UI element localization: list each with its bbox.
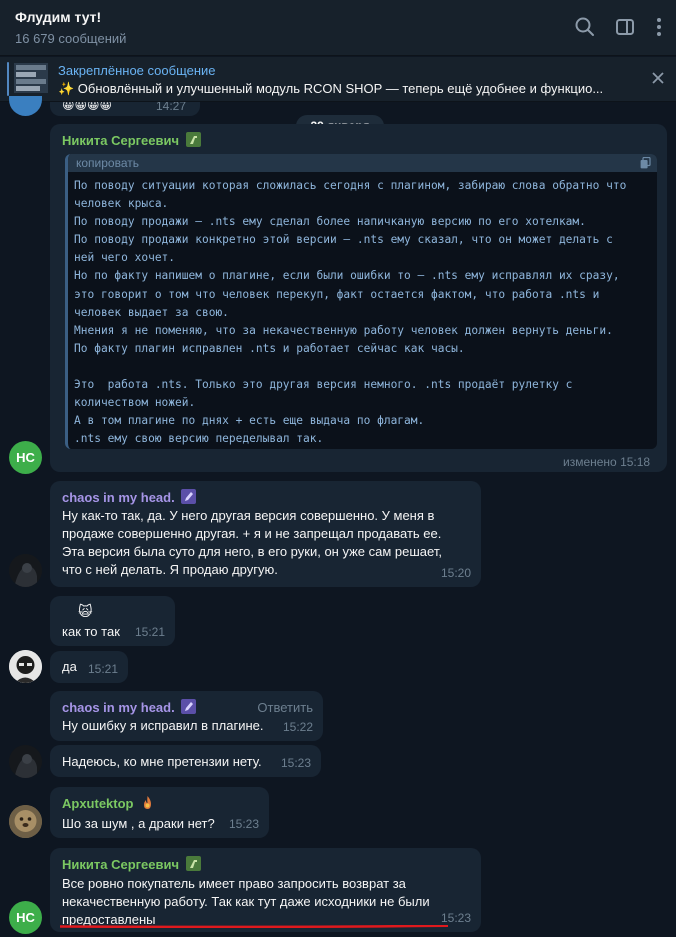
sender-line: chaos in my head. [62, 699, 197, 717]
fire-badge-icon [144, 796, 152, 809]
message-time: 15:20 [440, 566, 471, 580]
avatar[interactable] [9, 650, 42, 683]
chat-title[interactable]: Флудим тут! [15, 9, 101, 25]
message-bubble: chaos in my head. Ну как-то так, да. У н… [50, 481, 481, 587]
message-bubble: chaos in my head. Ответить Ну ошибку я и… [50, 691, 323, 741]
member-count: 16 679 сообщений [15, 31, 127, 46]
message-time: 15:23 [228, 817, 259, 831]
message-bubble: 🙀 как то так 15:21 [50, 596, 175, 646]
avatar-image [9, 554, 42, 587]
avatar[interactable]: НС [9, 901, 42, 934]
pinned-text: ✨ Обновлённый и улучшенный модуль RCON S… [58, 81, 604, 96]
pinned-title: Закреплённое сообщение [58, 63, 216, 78]
sender-name[interactable]: Apxutektop [62, 796, 134, 811]
avatar[interactable]: НС [9, 441, 42, 474]
message-bubble: Надеюсь, ко мне претензии нету. 15:23 [50, 745, 321, 777]
avatar[interactable] [9, 805, 42, 838]
code-block: копировать По поводу ситуации которая сл… [65, 154, 657, 449]
pencil-badge-icon [181, 699, 197, 714]
gun-badge-icon [185, 132, 201, 147]
message-time: 15:21 [87, 662, 118, 676]
avatar[interactable] [9, 554, 42, 587]
gun-badge-icon [185, 856, 201, 871]
sender-name[interactable]: Никита Сергеевич [62, 857, 179, 872]
message-text: как то так [62, 624, 120, 639]
avatar[interactable] [9, 745, 42, 778]
sender-name[interactable]: chaos in my head. [62, 700, 175, 715]
pinned-indicator [7, 62, 9, 96]
avatar-image [9, 650, 42, 683]
chat-header: Флудим тут! 16 679 сообщений [0, 0, 676, 56]
sender-line: chaos in my head. [62, 489, 197, 507]
pinned-thumbnail [14, 63, 48, 93]
message-bubble: да 15:21 [50, 651, 128, 683]
pencil-badge-icon [181, 489, 197, 504]
message-time: 14:27 [155, 102, 186, 113]
message-text: да [62, 659, 77, 674]
search-icon[interactable] [574, 16, 596, 38]
cat-emoji: 🙀 [78, 603, 93, 619]
message-time: 15:23 [280, 756, 311, 770]
sidebar-toggle-icon[interactable] [614, 16, 636, 38]
message-bubble: Apxutektop Шо за шум , а драки нет? 15:2… [50, 787, 269, 838]
message-bubble-partial: 😀😀😀😀 14:27 [50, 102, 200, 116]
code-header: копировать [68, 154, 657, 172]
code-content: По поводу ситуации которая сложилась сег… [74, 179, 627, 446]
message-time: изменено 15:18 [563, 455, 651, 469]
reaction-row[interactable]: 😀😀😀😀 [62, 102, 112, 114]
avatar-image [9, 805, 42, 838]
red-underline-annotation [60, 925, 448, 928]
close-icon[interactable] [650, 70, 666, 86]
sender-line: Никита Сергеевич [62, 132, 201, 150]
sender-line: Apxutektop [62, 795, 155, 813]
reply-button[interactable]: Ответить [257, 699, 313, 717]
message-text: Все ровно покупатель имеет право запроси… [62, 876, 430, 927]
copy-icon[interactable] [640, 157, 651, 169]
avatar[interactable] [9, 96, 42, 116]
pinned-message[interactable]: Закреплённое сообщение ✨ Обновлённый и у… [0, 57, 676, 102]
copy-label[interactable]: копировать [76, 156, 139, 170]
more-vertical-icon[interactable] [648, 16, 670, 38]
message-text: Ну как-то так, да. У него другая версия … [62, 508, 442, 577]
message-bubble: Никита Сергеевич Все ровно покупатель им… [50, 848, 481, 932]
message-text: Ну ошибку я исправил в плагине. [62, 718, 264, 733]
message-time: 15:21 [134, 625, 165, 639]
sender-name[interactable]: chaos in my head. [62, 490, 175, 505]
sender-name[interactable]: Никита Сергеевич [62, 133, 179, 148]
message-time: 15:22 [282, 720, 313, 734]
message-text: Шо за шум , а драки нет? [62, 816, 215, 831]
message-text: Надеюсь, ко мне претензии нету. [62, 754, 262, 769]
avatar-image [9, 745, 42, 778]
sender-line: Никита Сергеевич [62, 856, 201, 874]
